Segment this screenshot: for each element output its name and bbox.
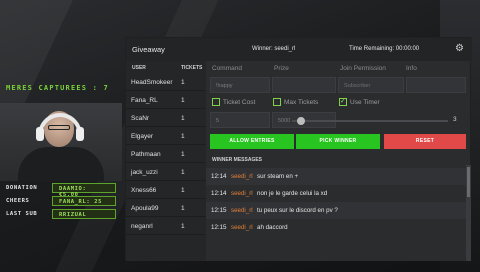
user-name: ScaNr bbox=[131, 115, 150, 122]
stat-value: DAAMIO: €5.00 bbox=[52, 183, 116, 198]
info-input[interactable] bbox=[406, 77, 466, 93]
stat-label: LAST SUB bbox=[6, 211, 38, 217]
user-tickets: 1 bbox=[181, 169, 185, 176]
scrollbar-thumb[interactable] bbox=[467, 167, 470, 197]
command-label: Command bbox=[212, 65, 242, 72]
winner-messages-header: WINNER MESSAGES bbox=[212, 157, 263, 163]
stat-value: RRIZUAL bbox=[52, 209, 116, 219]
stat-donation: DONATION DAAMIO: €5.00 bbox=[4, 183, 122, 198]
message-text: non je le garde celui la xd bbox=[257, 190, 328, 197]
message-user: seedi_rl bbox=[231, 190, 253, 197]
list-item: 12:15 seedi_rl ah daccord bbox=[206, 219, 468, 236]
user-tickets: 1 bbox=[181, 205, 185, 212]
message-time: 12:15 bbox=[211, 207, 227, 214]
message-text: ah daccord bbox=[257, 224, 288, 231]
user-name: Pathmaan bbox=[131, 151, 161, 158]
headphone-right bbox=[76, 127, 84, 141]
message-user: seedi_rl bbox=[231, 173, 253, 180]
timer-slider[interactable] bbox=[292, 120, 448, 122]
user-tickets: 1 bbox=[181, 79, 185, 86]
stat-last-sub: LAST SUB RRIZUAL bbox=[4, 209, 122, 219]
user-tickets: 1 bbox=[181, 133, 185, 140]
table-row[interactable]: ScaNr 1 bbox=[126, 110, 206, 127]
list-item: 12:15 seedi_rl tu peux sur le discord en… bbox=[206, 202, 468, 219]
user-name: HeadSmokeer bbox=[131, 79, 173, 86]
prize-label: Prize bbox=[274, 65, 289, 72]
user-tickets: 1 bbox=[181, 115, 185, 122]
table-row[interactable]: Xness66 1 bbox=[126, 182, 206, 199]
user-name: neganrl bbox=[131, 223, 153, 230]
user-tickets: 1 bbox=[181, 151, 185, 158]
window-title: Giveaway bbox=[132, 45, 165, 54]
messages-scrollbar[interactable] bbox=[466, 165, 471, 261]
user-name: Apoula99 bbox=[131, 205, 159, 212]
join-permission-select[interactable]: Subscriber bbox=[338, 77, 404, 93]
ticket-cost-checkbox[interactable] bbox=[212, 98, 220, 106]
gear-icon[interactable]: ⚙ bbox=[455, 44, 465, 54]
time-remaining: Time Remaining: 00:00:00 bbox=[349, 46, 420, 52]
webcam-feed bbox=[0, 103, 122, 181]
prize-input[interactable] bbox=[272, 77, 336, 93]
table-row[interactable]: neganrl 1 bbox=[126, 218, 206, 235]
winner-label: Winner: seedi_rl bbox=[252, 46, 296, 52]
reset-button[interactable]: RESET bbox=[384, 134, 466, 149]
info-label: Info bbox=[406, 65, 417, 72]
pick-winner-button[interactable]: PICK WINNER bbox=[296, 134, 380, 149]
ticket-cost-input[interactable]: 5 bbox=[210, 112, 270, 128]
table-row[interactable]: Pathmaan 1 bbox=[126, 146, 206, 163]
stat-cheers: CHEERS FANA_RL: 25 bbox=[4, 196, 122, 206]
allow-entries-button[interactable]: ALLOW ENTRIES bbox=[210, 134, 294, 149]
user-name: Fana_RL bbox=[131, 97, 158, 104]
message-time: 12:14 bbox=[211, 190, 227, 197]
stat-value: FANA_RL: 25 bbox=[52, 196, 116, 206]
user-name: Xness66 bbox=[131, 187, 157, 194]
message-time: 12:14 bbox=[211, 173, 227, 180]
giveaway-window: Giveaway Winner: seedi_rl Time Remaining… bbox=[125, 37, 472, 261]
max-tickets-checkbox[interactable] bbox=[273, 98, 281, 106]
user-name: Elgayer bbox=[131, 133, 154, 140]
stat-label: DONATION bbox=[6, 185, 38, 191]
user-tickets: 1 bbox=[181, 223, 185, 230]
max-tickets-label: Max Tickets bbox=[284, 99, 319, 106]
captured-counter: MERES CAPTUREES : 7 bbox=[6, 84, 109, 92]
table-row[interactable]: Apoula99 1 bbox=[126, 200, 206, 217]
headphone-left bbox=[36, 127, 44, 141]
timer-slider-value: 3 bbox=[453, 116, 457, 123]
message-text: tu peux sur le discord en pv ? bbox=[257, 207, 338, 214]
list-item: 12:14 seedi_rl non je le garde celui la … bbox=[206, 185, 468, 202]
table-row[interactable]: jack_uzzi 1 bbox=[126, 164, 206, 181]
ticket-cost-label: Ticket Cost bbox=[223, 99, 256, 106]
join-permission-label: Join Permission bbox=[340, 65, 386, 72]
user-tickets: 1 bbox=[181, 187, 185, 194]
window-titlebar: Giveaway Winner: seedi_rl Time Remaining… bbox=[126, 38, 472, 61]
timer-slider-handle[interactable] bbox=[296, 117, 305, 125]
command-input[interactable]: !happy bbox=[210, 77, 270, 93]
user-tickets: 1 bbox=[181, 97, 185, 104]
table-row[interactable]: Elgayer 1 bbox=[126, 128, 206, 145]
user-name: jack_uzzi bbox=[131, 169, 158, 176]
message-user: seedi_rl bbox=[231, 207, 253, 214]
stat-label: CHEERS bbox=[6, 198, 30, 204]
message-time: 12:15 bbox=[211, 224, 227, 231]
table-row[interactable]: HeadSmokeer 1 bbox=[126, 74, 206, 91]
use-timer-label: Use Timer bbox=[350, 99, 380, 106]
use-timer-checkbox[interactable] bbox=[339, 97, 347, 106]
winner-messages-list[interactable]: 12:14 seedi_rl sur steam en + 12:14 seed… bbox=[206, 165, 468, 261]
table-row[interactable]: Fana_RL 1 bbox=[126, 92, 206, 109]
column-header-tickets[interactable]: TICKETS bbox=[181, 65, 202, 71]
list-item: 12:14 seedi_rl sur steam en + bbox=[206, 168, 468, 185]
streamer-body bbox=[18, 147, 104, 181]
user-table: USER TICKETS HeadSmokeer 1 Fana_RL 1 ScaNr… bbox=[126, 61, 206, 261]
message-user: seedi_rl bbox=[231, 224, 253, 231]
message-text: sur steam en + bbox=[257, 173, 299, 180]
column-header-user[interactable]: USER bbox=[132, 65, 146, 71]
